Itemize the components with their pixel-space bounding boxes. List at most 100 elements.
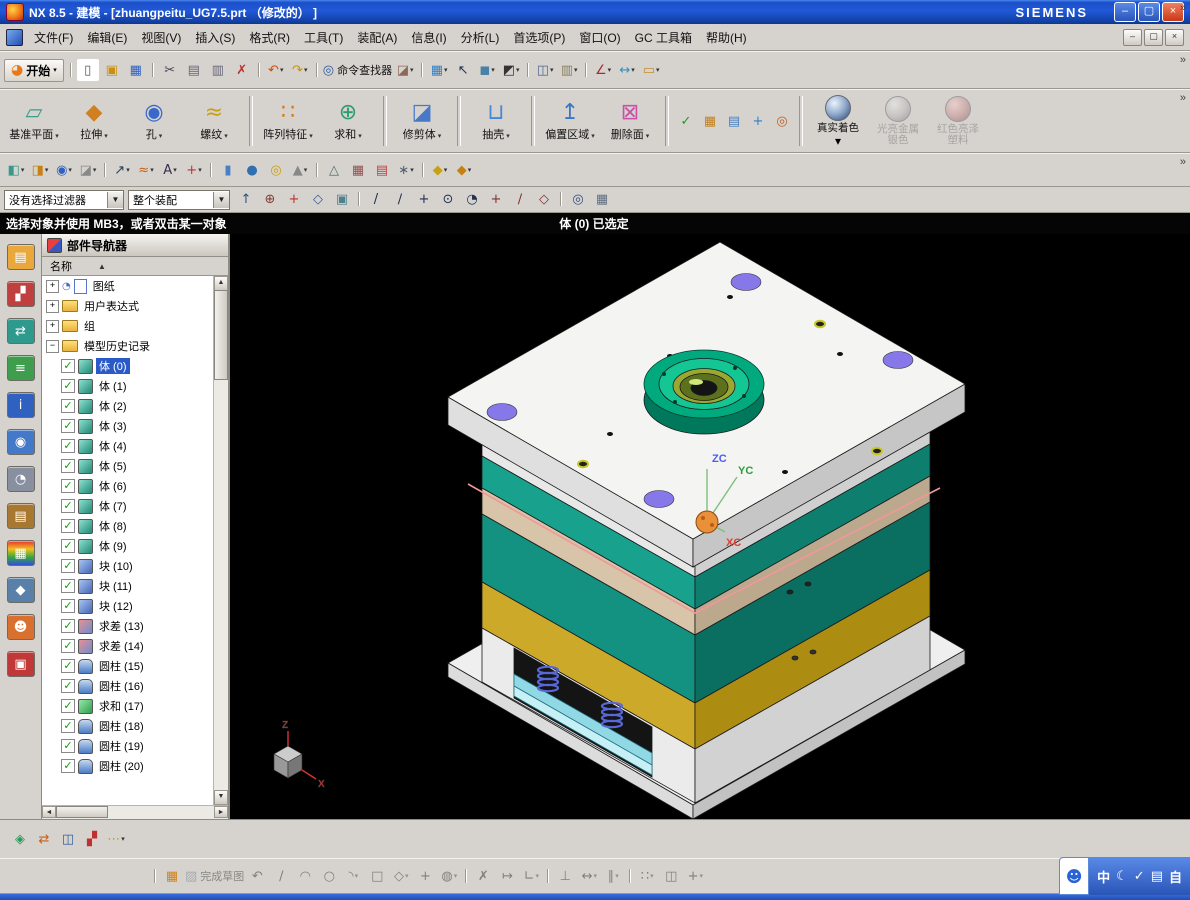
more-options-icon[interactable]: ⋯ ▾ [105,828,127,850]
tree-feature-row[interactable]: ✓ 块 (10) [42,556,214,576]
facet-body-icon[interactable]: △ [323,159,345,181]
measure-distance-icon[interactable]: ↔ ▾ [616,59,638,81]
scrollbar-thumb[interactable] [214,290,228,380]
shell-button[interactable]: ⊔ 抽壳 ▾ [467,91,525,151]
utility-tools-icon[interactable]: ∗ ▾ [395,159,417,181]
tree-feature-row[interactable]: ✓ 圆柱 (15) [42,656,214,676]
scroll-up-icon[interactable]: ▲ [214,276,228,291]
tree-feature-label[interactable]: 块 (10) [96,558,136,574]
process-studio-icon[interactable]: ◆ [6,577,35,603]
paste-icon[interactable]: ▥ [207,59,229,81]
assembly-navigator-icon[interactable]: ▤ [6,244,35,270]
shaded-display-icon[interactable]: ◼ ▾ [476,59,498,81]
tree-feature-row[interactable]: ✓ 体 (6) [42,476,214,496]
expand-icon[interactable]: + [46,299,59,313]
tree-group-label[interactable]: 模型历史记录 [81,338,153,354]
tree-feature-label[interactable]: 块 (12) [96,598,136,614]
cut-icon[interactable]: ✂ [159,59,181,81]
assembly-move-icon[interactable]: ◆ ▾ [453,159,475,181]
tree-feature-label[interactable]: 求差 (14) [96,638,147,654]
tree-group-label[interactable]: 用户表达式 [81,298,142,314]
tree-feature-label[interactable]: 圆柱 (15) [96,658,147,674]
vertical-scrollbar[interactable]: ▲ ▼ [213,276,228,805]
roles-icon[interactable]: ☻ [6,614,35,640]
snap-point-on-curve-icon[interactable]: ∕ [509,189,531,211]
thread-button[interactable]: ≈ 螺纹 ▾ [185,91,243,151]
expand-icon[interactable]: + [46,279,59,293]
tree-feature-row[interactable]: ✓ 块 (12) [42,596,214,616]
checkbox[interactable]: ✓ [61,559,75,573]
menu-item-1[interactable]: 文件(F) [27,28,80,48]
tree-feature-row[interactable]: ✓ 圆柱 (19) [42,736,214,756]
general-selection-icon[interactable]: ⊕ [259,189,281,211]
copy-icon[interactable]: ▤ [183,59,205,81]
checkbox[interactable]: ✓ [61,399,75,413]
snap-arc-center-icon[interactable]: ⊙ [437,189,459,211]
tree-group-label[interactable]: 图纸 [90,278,118,294]
tree-feature-row[interactable]: ✓ 圆柱 (20) [42,756,214,776]
menu-item-5[interactable]: 格式(R) [242,28,297,48]
toolbar-overflow-icon[interactable]: » [1180,2,1186,14]
menu-item-10[interactable]: 首选项(P) [506,28,572,48]
kf-check-icon[interactable]: ✓ [675,110,697,132]
ime-item-2[interactable]: ☾ [1116,869,1128,884]
tree-group-row[interactable]: + 用户表达式 [42,296,214,316]
erase-display-icon[interactable]: ◪ ▾ [394,59,416,81]
snap-plus-icon[interactable]: + [283,189,305,211]
snapshot-icon[interactable]: ▥ ▾ [558,59,580,81]
sketch-grid-icon[interactable]: ▦ [161,865,183,887]
ime-language-bar[interactable]: ☻ 中 ☾ ✓ ▤ 自 [1059,857,1190,895]
extrude-small-icon[interactable]: ◨ ▾ [29,159,51,181]
start-button[interactable]: ◕ 开始 ▾ [4,58,64,82]
scroll-right-icon[interactable]: ► [214,806,228,818]
hd3d-tools-icon[interactable]: i [6,392,35,418]
tree-feature-row[interactable]: ✓ 体 (3) [42,416,214,436]
tree-feature-label-selected[interactable]: 体 (0) [96,358,130,374]
menu-item-2[interactable]: 编辑(E) [80,28,134,48]
chevron-down-icon[interactable]: ▼ [213,191,229,208]
tree-feature-label[interactable]: 体 (9) [96,538,130,554]
ime-item-3[interactable]: ✓ [1134,869,1145,884]
color-palette-icon[interactable]: ▦ [6,540,35,566]
tree-feature-label[interactable]: 块 (11) [96,578,135,594]
tree-feature-row[interactable]: ✓ 块 (11) [42,576,214,596]
tree-feature-row[interactable]: ✓ 体 (9) [42,536,214,556]
tree-feature-row[interactable]: ✓ 求差 (14) [42,636,214,656]
hole-button[interactable]: ◉ 孔 ▾ [125,91,183,151]
maximize-button[interactable]: ▢ [1138,2,1160,22]
datum-plane-small-icon[interactable]: ◧ ▾ [5,159,27,181]
chevron-down-icon[interactable]: ▼ [107,191,123,208]
window-view-icon[interactable]: ◫ [57,828,79,850]
magnify-region-icon[interactable]: ◎ [567,189,589,211]
checkbox[interactable]: ✓ [61,459,75,473]
checkbox[interactable]: ✓ [61,419,75,433]
tree-feature-label[interactable]: 圆柱 (16) [96,678,147,694]
tree-feature-row[interactable]: ✓ 体 (4) [42,436,214,456]
tree-feature-row[interactable]: ✓ 圆柱 (18) [42,716,214,736]
delete-icon[interactable]: ✗ [231,59,253,81]
tree-feature-label[interactable]: 体 (6) [96,478,130,494]
ime-item-4[interactable]: ▤ [1151,869,1163,884]
tree-feature-row[interactable]: ✓ 求差 (13) [42,616,214,636]
tree-feature-label[interactable]: 圆柱 (20) [96,758,147,774]
ruler-icon[interactable]: ▭ ▾ [640,59,662,81]
measure-angle-icon[interactable]: ∠ ▾ [592,59,614,81]
ime-item-5[interactable]: 自 [1169,867,1182,886]
wcs-orient-icon[interactable]: + [747,110,769,132]
tree-group-row[interactable]: − 模型历史记录 [42,336,214,356]
checkbox[interactable]: ✓ [61,619,75,633]
tree-feature-row[interactable]: ✓ 体 (5) [42,456,214,476]
sort-ascending-icon[interactable]: ▲ [98,262,106,271]
nx-app-icon[interactable] [6,3,24,21]
selection-filter-combo[interactable]: 没有选择过滤器 ▼ [4,189,124,210]
snap-existing-point-icon[interactable]: + [485,189,507,211]
part-navigator-icon[interactable]: ⇄ [6,318,35,344]
expand-icon[interactable]: + [46,319,59,333]
checkbox[interactable]: ✓ [61,659,75,673]
tree-feature-label[interactable]: 体 (8) [96,518,130,534]
type-filter-up-icon[interactable]: ↑ [235,189,257,211]
view-orient-cube[interactable]: Z X [273,720,325,790]
snap-quadrant-icon[interactable]: ◔ [461,189,483,211]
grid-snap-icon[interactable]: ▦ [591,189,613,211]
new-file-icon[interactable]: ▯ [76,59,99,81]
